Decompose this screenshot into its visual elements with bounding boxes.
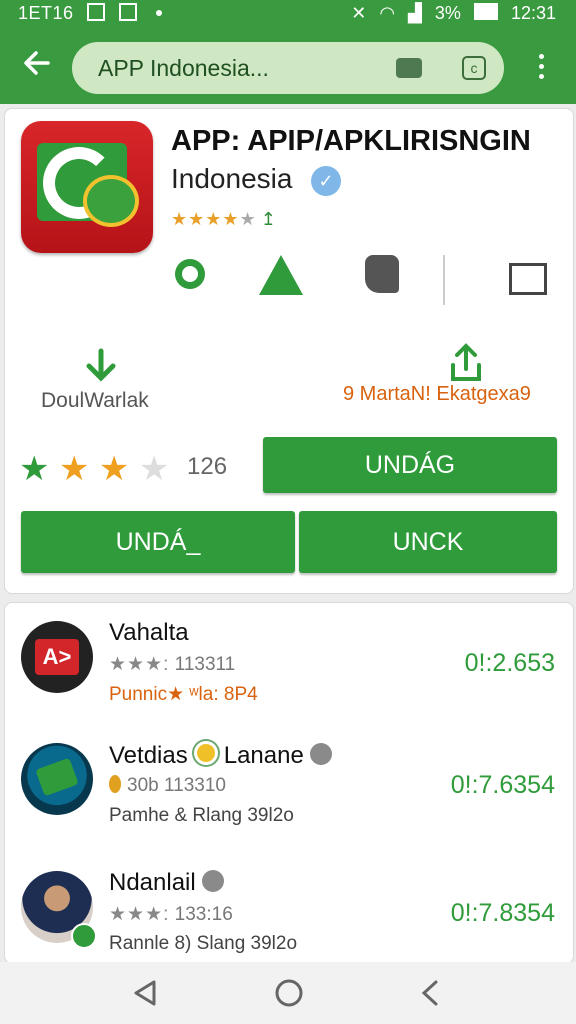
item-price: 0!:7.6354	[450, 771, 555, 799]
share-label[interactable]: 9 MartaN! Ekatgexa9	[343, 383, 531, 406]
verified-badge-icon	[201, 870, 224, 892]
app-bar: 1ET16 ✕ ◠ ▟ 3% 12:31 APP Indonesia... c	[0, 0, 576, 104]
mini-count: ↥	[260, 209, 277, 229]
share-icon-row	[165, 255, 565, 311]
nav-home-icon[interactable]	[272, 976, 306, 1010]
back-arrow-icon[interactable]	[22, 48, 52, 78]
verified-badge-icon	[309, 743, 332, 765]
rating-stars: ★ ★ ★ ★	[19, 450, 170, 488]
voice-icon[interactable]	[396, 58, 422, 78]
item-name: Vetdias Lanane	[109, 741, 338, 770]
item-meta: ★★★: 113311	[109, 654, 236, 675]
update-button[interactable]: UNDÁG	[263, 437, 557, 493]
item-meta: ★★★: 133:16	[109, 904, 233, 925]
item-price: 0!:7.8354	[450, 899, 555, 927]
battery-percent: 3%	[434, 3, 461, 23]
item-meta: 30b 113310	[109, 775, 226, 797]
coin-icon	[109, 775, 121, 793]
mini-stars-filled: ★★★★	[171, 209, 240, 229]
item-name: Vahalta	[109, 619, 189, 646]
verified-icon: ✓	[311, 166, 341, 196]
check-badge-icon	[71, 923, 97, 949]
rating-value: 126	[187, 453, 228, 480]
item-price: 0!:2.653	[464, 649, 555, 677]
status-carrier-text: 1ET16	[18, 3, 74, 23]
share-icon[interactable]	[449, 343, 483, 383]
badge-icon	[193, 741, 218, 765]
mini-stars-empty: ★	[239, 209, 257, 229]
grid-icon[interactable]	[509, 263, 547, 295]
overflow-menu-icon[interactable]	[536, 54, 546, 84]
download-icon[interactable]	[81, 347, 121, 387]
dot-icon	[156, 10, 163, 16]
left-action-button[interactable]: UNDÁ_	[21, 511, 295, 573]
related-apps-list: Vahalta ★★★: 113311 Punnic★ ʷla: 8P4 0!:…	[4, 602, 574, 964]
mute-icon: ✕	[351, 3, 367, 23]
list-item[interactable]: Vahalta ★★★: 113311 Punnic★ ʷla: 8P4 0!:…	[5, 603, 573, 729]
download-label[interactable]: DoulWarlak	[41, 389, 149, 413]
copy-icon[interactable]: c	[462, 56, 486, 80]
app-avatar	[21, 743, 93, 815]
list-item[interactable]: Vetdias Lanane 30b 113310 Pamhe & Rlang 3…	[5, 725, 573, 851]
search-bar[interactable]: APP Indonesia... c	[72, 42, 504, 94]
signal-icon: ▟	[408, 3, 422, 23]
battery-icon	[473, 3, 498, 20]
wifi-icon: ◠	[379, 3, 396, 23]
search-input[interactable]: APP Indonesia...	[98, 55, 269, 82]
app-detail-card: APP: APIP/APKLIRISNGIN Indonesia ✓ ★★★★★…	[4, 108, 574, 594]
clock: 12:31	[510, 3, 556, 23]
system-nav-bar	[0, 962, 576, 1024]
hand-icon[interactable]	[365, 255, 399, 293]
notification-icon-2	[118, 3, 137, 21]
drive-icon[interactable]	[259, 255, 303, 295]
notification-icon	[87, 3, 106, 21]
right-action-button[interactable]: UNCK	[299, 511, 557, 573]
item-name: Ndanlail	[109, 869, 230, 897]
status-left: 1ET16	[18, 3, 163, 24]
whatsapp-icon[interactable]	[175, 259, 205, 289]
app-subtitle: Indonesia	[171, 163, 293, 194]
status-bar: 1ET16 ✕ ◠ ▟ 3% 12:31	[0, 0, 576, 28]
profile-avatar	[21, 871, 97, 949]
item-sub: Rannle 8) Slang 39l2o	[109, 933, 298, 954]
app-avatar	[21, 621, 93, 693]
item-sub: Pamhe & Rlang 39l2o	[109, 805, 294, 826]
app-logo	[21, 121, 153, 253]
status-right: ✕ ◠ ▟ 3% 12:31	[343, 3, 556, 24]
divider	[443, 255, 445, 305]
list-item[interactable]: Ndanlail ★★★: 133:16 Rannle 8) Slang 39l…	[5, 853, 573, 979]
item-sub: Punnic★ ʷla: 8P4	[109, 684, 258, 705]
app-title: APP: APIP/APKLIRISNGIN	[171, 125, 531, 157]
mini-rating: ★★★★★ ↥	[171, 209, 277, 230]
nav-back-icon[interactable]	[128, 976, 162, 1010]
nav-recents-icon[interactable]	[414, 976, 448, 1010]
